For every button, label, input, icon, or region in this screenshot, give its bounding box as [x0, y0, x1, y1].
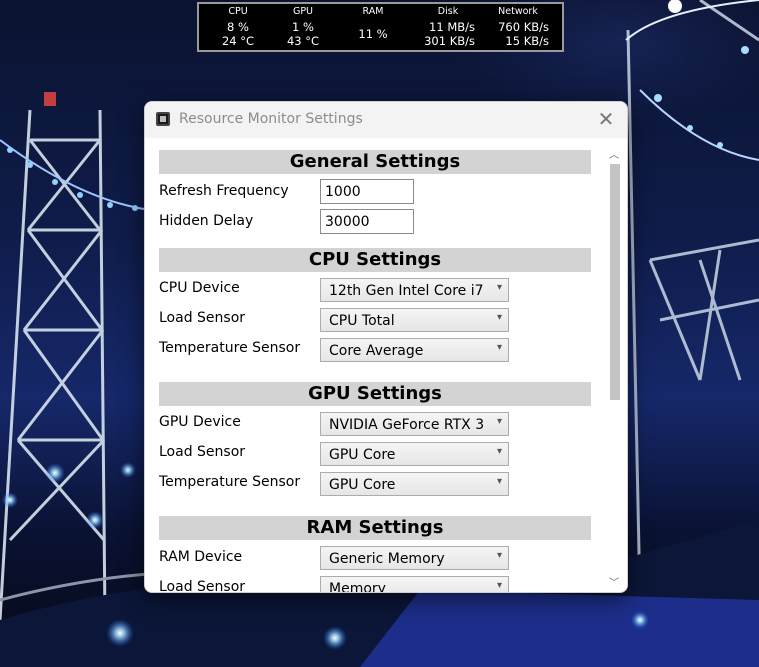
chevron-down-icon: ▾: [496, 416, 502, 427]
chevron-down-icon: ▾: [496, 476, 502, 487]
app-icon: [156, 112, 170, 126]
chevron-down-icon: ▾: [496, 550, 502, 561]
ram-load-sensor-label: Load Sensor: [159, 579, 246, 592]
refresh-frequency-label: Refresh Frequency: [159, 183, 289, 199]
gpu-load-sensor-label: Load Sensor: [159, 444, 246, 460]
title-bar[interactable]: Resource Monitor Settings ✕: [145, 102, 627, 138]
network-header: Network: [498, 6, 538, 17]
ram-header: RAM: [362, 6, 384, 17]
cpu-temperature-sensor-label: Temperature Sensor: [159, 340, 301, 356]
ram-device-label: RAM Device: [159, 549, 243, 565]
gpu-device-select[interactable]: NVIDIA GeForce RTX 30 ▾: [320, 412, 509, 436]
scroll-up-icon[interactable]: ︿: [609, 146, 619, 161]
gpu-load-sensor-select[interactable]: GPU Core ▾: [320, 442, 509, 466]
close-button[interactable]: ✕: [595, 108, 617, 130]
network-up: 15 KB/s: [505, 34, 549, 48]
scrollbar-thumb[interactable]: [610, 164, 620, 400]
refresh-frequency-input[interactable]: 1000: [320, 179, 414, 204]
gpu-settings-header: GPU Settings: [159, 382, 591, 406]
hidden-delay-label: Hidden Delay: [159, 213, 254, 229]
vertical-scrollbar[interactable]: ︿ ﹀: [607, 142, 621, 592]
gpu-device-value: NVIDIA GeForce RTX 30: [329, 417, 484, 433]
cpu-temperature-sensor-value: Core Average: [329, 343, 424, 359]
cpu-load-sensor-select[interactable]: CPU Total ▾: [320, 308, 509, 332]
network-down: 760 KB/s: [498, 20, 549, 34]
ram-load-sensor-value: Memory: [329, 581, 386, 592]
disk-write: 301 KB/s: [424, 34, 475, 48]
cpu-column: CPU 8 % 24 °C: [217, 4, 259, 50]
chevron-down-icon: ▾: [496, 446, 502, 457]
gpu-temperature-sensor-select[interactable]: GPU Core ▾: [320, 472, 509, 496]
gpu-temp: 43 °C: [286, 34, 320, 48]
cpu-temperature-sensor-select[interactable]: Core Average ▾: [320, 338, 509, 362]
close-icon: ✕: [597, 107, 615, 131]
ram-device-value: Generic Memory: [329, 551, 445, 567]
gpu-load-sensor-value: GPU Core: [329, 447, 396, 463]
gpu-usage: 1 %: [292, 20, 314, 34]
ram-column: RAM 11 %: [349, 4, 397, 50]
cpu-header: CPU: [228, 6, 248, 17]
settings-content: General Settings Refresh Frequency 1000 …: [145, 138, 627, 592]
general-settings-header: General Settings: [159, 150, 591, 174]
disk-read: 11 MB/s: [429, 20, 475, 34]
gpu-column: GPU 1 % 43 °C: [282, 4, 324, 50]
cpu-load-sensor-value: CPU Total: [329, 313, 395, 329]
chevron-down-icon: ▾: [496, 312, 502, 323]
chevron-down-icon: ▾: [496, 342, 502, 353]
cpu-temp: 24 °C: [221, 34, 255, 48]
ram-device-select[interactable]: Generic Memory ▾: [320, 546, 509, 570]
settings-window: Resource Monitor Settings ✕ General Sett…: [144, 101, 628, 593]
hidden-delay-input[interactable]: 30000: [320, 209, 414, 234]
scroll-down-icon[interactable]: ﹀: [609, 574, 619, 589]
cpu-settings-header: CPU Settings: [159, 248, 591, 272]
cpu-device-label: CPU Device: [159, 280, 240, 296]
gpu-header: GPU: [292, 6, 314, 17]
ram-load-sensor-select[interactable]: Memory ▾: [320, 576, 509, 592]
network-column: Network 760 KB/s 15 KB/s: [479, 4, 549, 50]
window-title: Resource Monitor Settings: [179, 111, 363, 127]
gpu-temperature-sensor-label: Temperature Sensor: [159, 474, 301, 490]
ram-settings-header: RAM Settings: [159, 516, 591, 540]
chevron-down-icon: ▾: [496, 282, 502, 293]
resource-monitor-widget: CPU 8 % 24 °C GPU 1 % 43 °C RAM 11 % Dis…: [197, 2, 564, 52]
cpu-device-select[interactable]: 12th Gen Intel Core i7-1 ▾: [320, 278, 509, 302]
gpu-device-label: GPU Device: [159, 414, 241, 430]
ram-usage: 11 %: [358, 27, 388, 41]
chevron-down-icon: ▾: [496, 580, 502, 591]
cpu-usage: 8 %: [227, 20, 249, 34]
disk-header: Disk: [437, 6, 459, 17]
disk-column: Disk 11 MB/s 301 KB/s: [399, 4, 475, 50]
cpu-device-value: 12th Gen Intel Core i7-1: [329, 283, 484, 299]
gpu-temperature-sensor-value: GPU Core: [329, 477, 396, 493]
cpu-load-sensor-label: Load Sensor: [159, 310, 246, 326]
